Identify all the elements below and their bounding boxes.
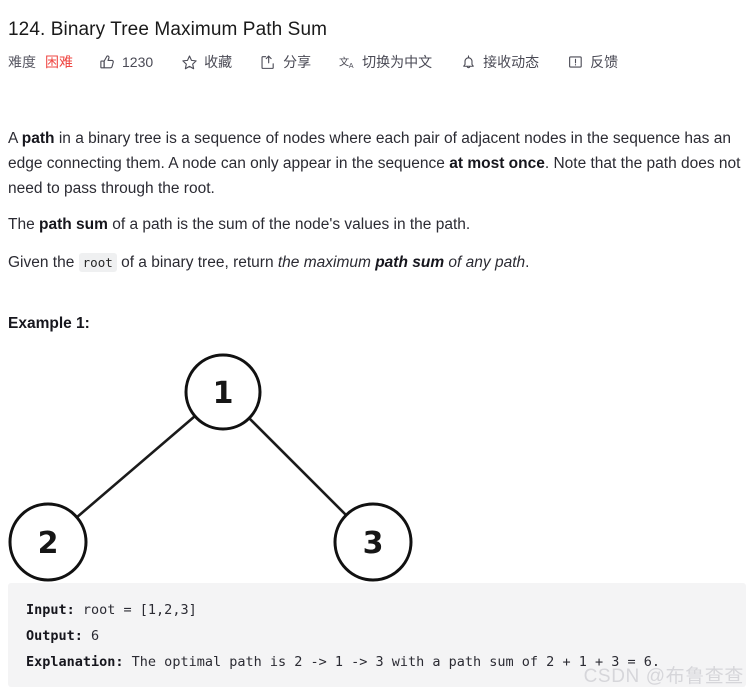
svg-text:文: 文 <box>339 55 349 68</box>
difficulty-indicator: 难度 困难 <box>8 52 73 72</box>
feedback-button[interactable]: 反馈 <box>567 52 618 72</box>
desc-p2-text-a: The <box>8 215 40 233</box>
feedback-icon <box>567 54 584 71</box>
code-value-output: 6 <box>82 628 100 644</box>
desc-p3-italic-b: of any path <box>444 253 526 271</box>
translate-icon: 文 A <box>339 54 356 71</box>
code-label-explanation: Explanation: <box>26 654 124 670</box>
code-label-output: Output: <box>26 628 83 644</box>
desc-p2-text-b: of a path is the sum of the node's value… <box>107 215 471 233</box>
subscribe-button[interactable]: 接收动态 <box>460 52 539 72</box>
desc-p1-text-a: A <box>8 129 22 147</box>
subscribe-label: 接收动态 <box>483 54 540 70</box>
translate-button[interactable]: 文 A 切换为中文 <box>339 52 432 72</box>
page-title: 124. Binary Tree Maximum Path Sum <box>8 19 328 40</box>
bell-icon <box>460 54 477 71</box>
tree-node-left: 2 <box>8 502 88 582</box>
thumbs-up-icon <box>99 54 116 71</box>
like-button[interactable]: 1230 <box>99 54 153 71</box>
like-count: 1230 <box>122 54 154 70</box>
tree-node-root: 1 <box>184 353 262 431</box>
share-button[interactable]: 分享 <box>260 52 311 72</box>
favorite-label: 收藏 <box>204 54 233 70</box>
desc-p3-bolditalic-pathsum: path sum <box>375 253 445 271</box>
feedback-label: 反馈 <box>590 54 619 70</box>
share-label: 分享 <box>283 54 312 70</box>
desc-p2-bold-pathsum: path sum <box>39 215 108 233</box>
desc-p3-italic-a: the maximum <box>277 253 376 271</box>
tree-node-right-label: 3 <box>363 526 384 561</box>
favorite-button[interactable]: 收藏 <box>181 52 232 72</box>
desc-p1-bold-path: path <box>21 129 55 147</box>
binary-tree-diagram: 1 2 3 <box>0 345 440 585</box>
code-label-input: Input: <box>26 602 75 618</box>
tree-edges <box>75 414 348 519</box>
inline-code-root: root <box>78 252 117 272</box>
example-code-block: Input: root = [1,2,3] Output: 6 Explanat… <box>8 583 746 687</box>
tree-node-right: 3 <box>333 502 413 582</box>
share-icon <box>260 54 277 71</box>
example-heading: Example 1: <box>8 315 90 332</box>
description-paragraph-2: The path sum of a path is the sum of the… <box>8 212 746 237</box>
difficulty-label: 难度 <box>8 54 36 70</box>
tree-node-left-label: 2 <box>38 526 59 561</box>
code-value-explanation: The optimal path is 2 -> 1 -> 3 with a p… <box>123 654 660 670</box>
code-line-input: Input: root = [1,2,3] <box>26 597 728 623</box>
desc-p3-text-b: of a binary tree, return <box>116 253 278 271</box>
tree-node-root-label: 1 <box>213 376 234 411</box>
problem-toolbar: 难度 困难 1230 收藏 分享 文 A 切换为中文 接收动态 反馈 <box>8 50 618 74</box>
svg-text:A: A <box>349 61 354 70</box>
tree-edge-root-left <box>75 414 197 519</box>
code-line-output: Output: 6 <box>26 623 728 649</box>
description-paragraph-1: A path in a binary tree is a sequence of… <box>8 126 746 201</box>
difficulty-value: 困难 <box>45 54 73 70</box>
tree-edge-root-right <box>247 416 348 517</box>
desc-p3-text-end: . <box>525 253 530 271</box>
desc-p1-bold-atmostonce: at most once <box>449 154 545 172</box>
desc-p3-text-a: Given the <box>8 253 79 271</box>
code-value-input: root = [1,2,3] <box>74 602 197 618</box>
description-paragraph-3: Given the root of a binary tree, return … <box>8 250 746 275</box>
star-icon <box>181 54 198 71</box>
translate-label: 切换为中文 <box>362 54 433 70</box>
code-line-explanation: Explanation: The optimal path is 2 -> 1 … <box>26 649 728 675</box>
